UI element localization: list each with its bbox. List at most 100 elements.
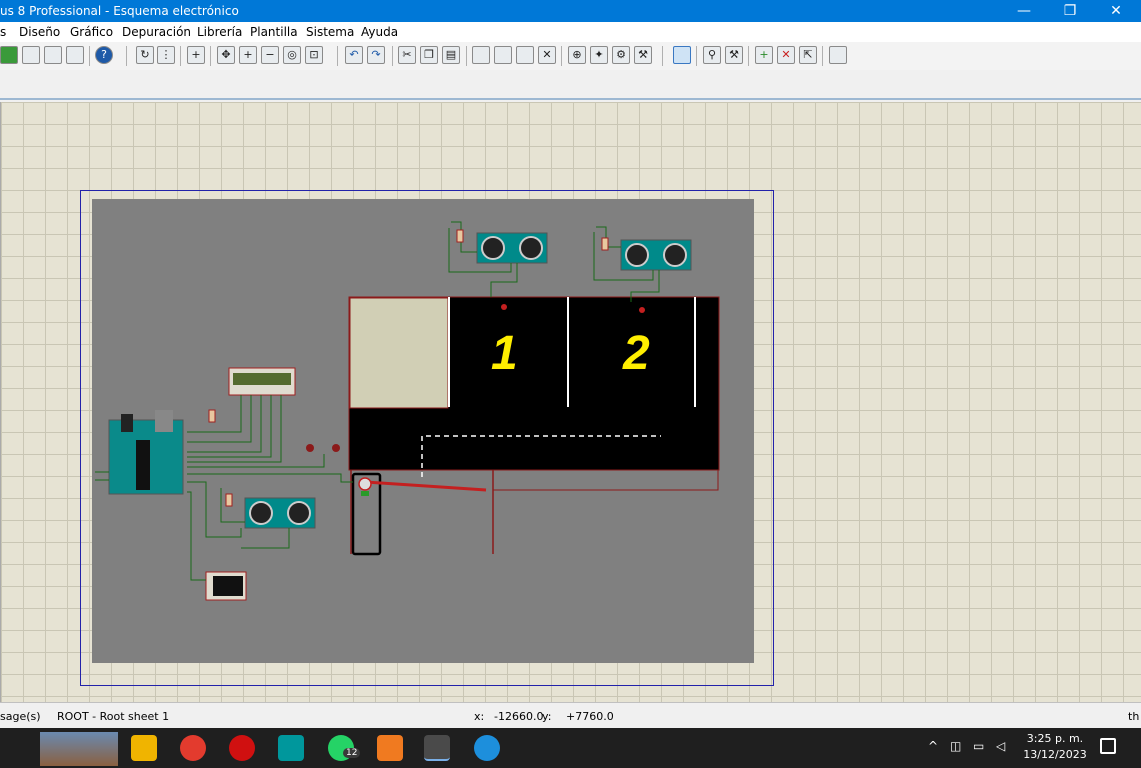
sensor-transducer — [663, 243, 687, 267]
toolbar-separator — [210, 46, 211, 66]
network-icon[interactable]: ▭ — [973, 739, 984, 753]
arduino-ide-icon[interactable] — [278, 735, 304, 761]
clock-time: 3:25 p. m. — [1026, 732, 1084, 745]
zoom-area-icon[interactable]: ⊡ — [305, 46, 323, 64]
push-button — [306, 444, 314, 452]
wire — [490, 263, 518, 297]
toolbar-separator — [662, 46, 663, 66]
zoom-out-icon[interactable]: − — [261, 46, 279, 64]
search-icon[interactable]: ⚲ — [703, 46, 721, 64]
notifications-icon[interactable] — [1100, 738, 1116, 754]
toolbar-separator — [126, 46, 127, 66]
netlist-icon[interactable] — [829, 46, 847, 64]
x-coord-label: x: — [474, 710, 485, 723]
volume-icon[interactable]: ◁ — [996, 739, 1005, 753]
paste-icon[interactable]: ▤ — [442, 46, 460, 64]
toolbar-separator — [466, 46, 467, 66]
menu-bar: s Diseño Gráfico Depuración Librería Pla… — [0, 22, 1141, 42]
save-design-icon[interactable] — [44, 46, 62, 64]
sensor-transducer — [625, 243, 649, 267]
decompose-icon[interactable]: ⚒ — [634, 46, 652, 64]
origin-icon[interactable]: + — [187, 46, 205, 64]
y-coord-value: +7760.0 — [566, 710, 614, 723]
system-clock[interactable]: 3:25 p. m. 13/12/2023 — [1020, 731, 1090, 763]
goto-sheet-icon[interactable]: ⇱ — [799, 46, 817, 64]
menu-archivo[interactable]: s — [0, 25, 6, 39]
new-sheet-icon[interactable]: + — [755, 46, 773, 64]
block-copy-icon[interactable] — [472, 46, 490, 64]
secondary-toolbar-area — [0, 70, 1141, 100]
push-button — [332, 444, 340, 452]
block-delete-icon[interactable]: ✕ — [538, 46, 556, 64]
schematic-editor-canvas[interactable]: 1 2 — [0, 102, 1141, 702]
opera-icon[interactable] — [229, 735, 255, 761]
servo-motor — [358, 477, 372, 491]
sensor-transducer — [249, 501, 273, 525]
toolbar-separator — [392, 46, 393, 66]
wire-autorouter-icon[interactable] — [673, 46, 691, 64]
parking-building — [349, 297, 449, 409]
chrome-icon[interactable] — [180, 735, 206, 761]
maximize-button[interactable]: ❐ — [1047, 0, 1093, 22]
help-icon[interactable]: ? — [95, 46, 113, 64]
copy-icon[interactable]: ❐ — [420, 46, 438, 64]
property-tool-icon[interactable]: ⚒ — [725, 46, 743, 64]
menu-grafico[interactable]: Gráfico — [70, 25, 113, 39]
toolbar-separator — [696, 46, 697, 66]
file-explorer-icon[interactable] — [131, 735, 157, 761]
refresh-icon[interactable]: ↻ — [136, 46, 154, 64]
taskbar: 12 ^ ◫ ▭ ◁ 3:25 p. m. 13/12/2023 — [0, 728, 1141, 768]
led-indicator — [501, 304, 507, 310]
messages-count[interactable]: sage(s) — [0, 710, 41, 723]
grid-icon[interactable]: ⋮ — [157, 46, 175, 64]
pick-device-icon[interactable]: ⊕ — [568, 46, 586, 64]
wire — [187, 395, 272, 458]
menu-diseno[interactable]: Diseño — [19, 25, 60, 39]
sensor-transducer — [287, 501, 311, 525]
toolbar-separator — [748, 46, 749, 66]
remove-sheet-icon[interactable]: ✕ — [777, 46, 795, 64]
meet-icon[interactable]: ◫ — [950, 739, 961, 753]
cut-icon[interactable]: ✂ — [398, 46, 416, 64]
sensor-transducer — [519, 236, 543, 260]
block-move-icon[interactable] — [494, 46, 512, 64]
document-icon[interactable] — [66, 46, 84, 64]
redo-icon[interactable]: ↷ — [367, 46, 385, 64]
chevron-up-icon[interactable]: ^ — [928, 739, 938, 753]
resistor — [601, 237, 609, 251]
exit-strip — [492, 469, 719, 491]
close-button[interactable]: ✕ — [1093, 0, 1139, 22]
status-right-text: th — [1128, 710, 1140, 723]
block-rotate-icon[interactable] — [516, 46, 534, 64]
zoom-all-icon[interactable]: ◎ — [283, 46, 301, 64]
wire — [451, 221, 477, 253]
lcd-screen — [233, 373, 291, 385]
wire — [241, 528, 290, 549]
zoom-in-icon[interactable]: + — [239, 46, 257, 64]
minimize-button[interactable]: — — [1001, 0, 1047, 22]
power-jack — [121, 414, 133, 432]
menu-plantilla[interactable]: Plantilla — [250, 25, 298, 39]
menu-depuracion[interactable]: Depuración — [122, 25, 191, 39]
wire — [187, 491, 206, 581]
undo-icon[interactable]: ↶ — [345, 46, 363, 64]
make-device-icon[interactable]: ✦ — [590, 46, 608, 64]
usb-port — [155, 410, 173, 432]
pan-icon[interactable]: ✥ — [217, 46, 235, 64]
toolbar-separator — [180, 46, 181, 66]
packaging-icon[interactable]: ⚙ — [612, 46, 630, 64]
wire — [187, 395, 262, 453]
new-design-icon[interactable] — [0, 46, 18, 64]
proteus-icon[interactable] — [424, 735, 450, 761]
menu-libreria[interactable]: Librería — [197, 25, 242, 39]
toolbar: ? ↻ ⋮ + ✥ + − ◎ ⊡ ↶ ↷ ✂ ❐ ▤ ✕ ⊕ ✦ ⚙ ⚒ ⚲ … — [0, 42, 1141, 70]
open-design-icon[interactable] — [22, 46, 40, 64]
module-screen — [213, 576, 243, 596]
menu-ayuda[interactable]: Ayuda — [361, 25, 398, 39]
title-bar: us 8 Professional - Esquema electrónico … — [0, 0, 1141, 22]
window-title: us 8 Professional - Esquema electrónico — [0, 4, 239, 18]
edge-icon[interactable] — [474, 735, 500, 761]
menu-sistema[interactable]: Sistema — [306, 25, 354, 39]
xampp-icon[interactable] — [377, 735, 403, 761]
desktop-preview-thumbnail[interactable] — [40, 732, 118, 766]
